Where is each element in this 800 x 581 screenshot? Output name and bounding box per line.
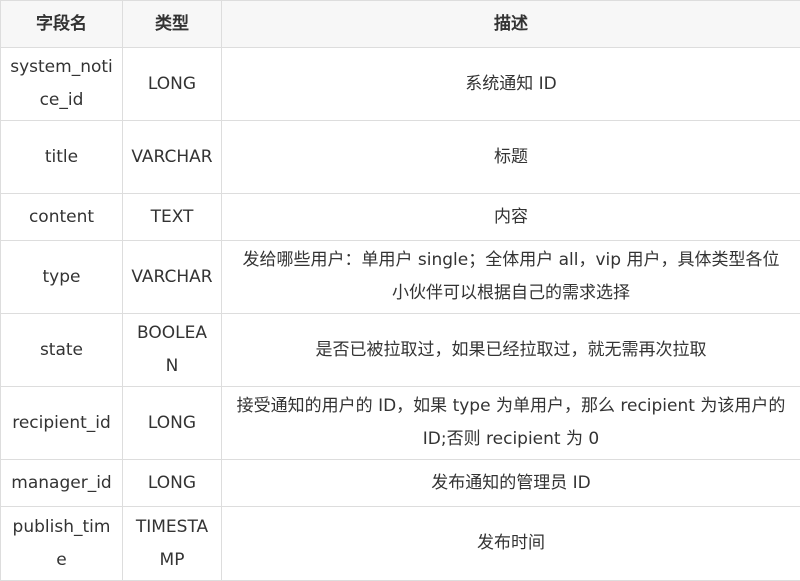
- field-name-cell: system_notice_id: [0, 47, 123, 121]
- description-cell: 内容: [221, 193, 800, 241]
- field-name-cell: type: [0, 240, 123, 314]
- header-field-name: 字段名: [0, 0, 123, 48]
- table-row: state BOOLEAN 是否已被拉取过，如果已经拉取过，就无需再次拉取: [0, 313, 800, 387]
- description-cell: 是否已被拉取过，如果已经拉取过，就无需再次拉取: [221, 313, 800, 387]
- description-cell: 接受通知的用户的 ID，如果 type 为单用户，那么 recipient 为该…: [221, 386, 800, 460]
- field-name-cell: manager_id: [0, 459, 123, 507]
- table-header-row: 字段名 类型 描述: [0, 0, 800, 48]
- schema-table: 字段名 类型 描述 system_notice_id LONG 系统通知 ID …: [0, 0, 800, 581]
- field-name-cell: publish_time: [0, 506, 123, 581]
- table-row: manager_id LONG 发布通知的管理员 ID: [0, 459, 800, 507]
- field-name-cell: content: [0, 193, 123, 241]
- type-cell: VARCHAR: [122, 120, 222, 194]
- description-cell: 发给哪些用户：单用户 single；全体用户 all，vip 用户，具体类型各位…: [221, 240, 800, 314]
- table-row: system_notice_id LONG 系统通知 ID: [0, 47, 800, 121]
- type-cell: BOOLEAN: [122, 313, 222, 387]
- description-cell: 系统通知 ID: [221, 47, 800, 121]
- header-description: 描述: [221, 0, 800, 48]
- table-row: recipient_id LONG 接受通知的用户的 ID，如果 type 为单…: [0, 386, 800, 460]
- type-cell: LONG: [122, 459, 222, 507]
- type-cell: LONG: [122, 47, 222, 121]
- field-name-cell: state: [0, 313, 123, 387]
- type-cell: VARCHAR: [122, 240, 222, 314]
- table-row: publish_time TIMESTAMP 发布时间: [0, 506, 800, 581]
- field-name-cell: recipient_id: [0, 386, 123, 460]
- type-cell: TEXT: [122, 193, 222, 241]
- header-type: 类型: [122, 0, 222, 48]
- description-cell: 发布时间: [221, 506, 800, 581]
- type-cell: TIMESTAMP: [122, 506, 222, 581]
- description-cell: 标题: [221, 120, 800, 194]
- field-name-cell: title: [0, 120, 123, 194]
- type-cell: LONG: [122, 386, 222, 460]
- description-cell: 发布通知的管理员 ID: [221, 459, 800, 507]
- table-row: content TEXT 内容: [0, 193, 800, 241]
- table-row: type VARCHAR 发给哪些用户：单用户 single；全体用户 all，…: [0, 240, 800, 314]
- table-row: title VARCHAR 标题: [0, 120, 800, 194]
